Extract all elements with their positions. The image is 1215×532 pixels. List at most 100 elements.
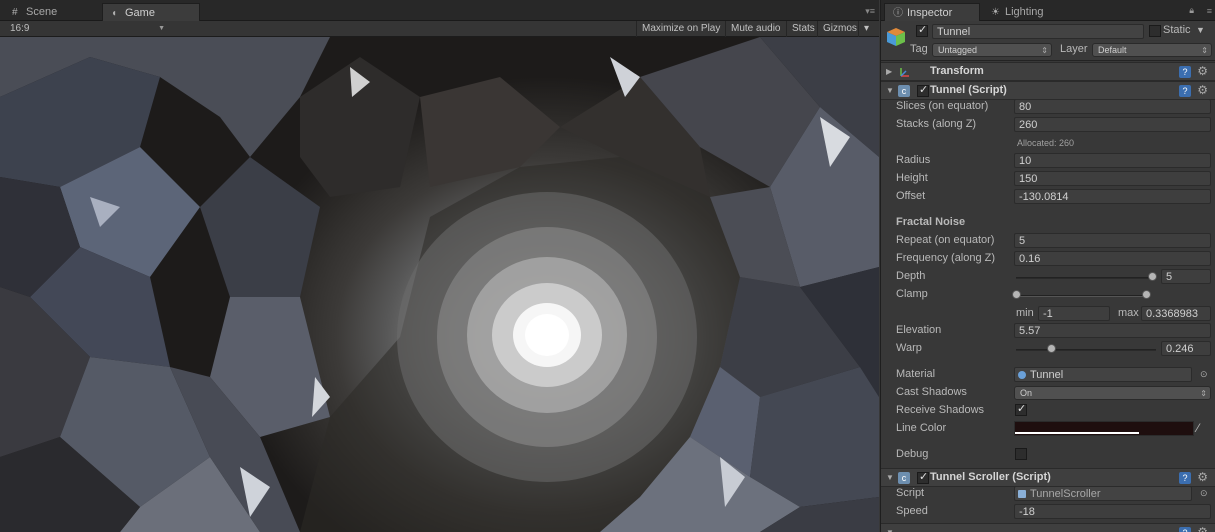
height-label: Height [896, 172, 928, 184]
object-picker-icon[interactable]: ⊙ [1200, 369, 1208, 380]
stats-button[interactable]: Stats [786, 21, 820, 37]
debug-checkbox[interactable] [1015, 448, 1027, 460]
panel-menu-icon[interactable]: ▾≡ [865, 6, 875, 17]
receive-shadows-label: Receive Shadows [896, 404, 985, 416]
warp-slider[interactable] [1016, 349, 1156, 351]
repeat-label: Repeat (on equator) [896, 234, 995, 246]
tunnel-script-component-header[interactable]: ▼ c Tunnel (Script) ? ⚙ [881, 81, 1215, 100]
offset-field[interactable]: -130.0814 [1014, 189, 1211, 204]
material-sphere-icon [1018, 371, 1026, 379]
clamp-range-slider[interactable] [1016, 295, 1148, 297]
tab-inspector-label: Inspector [907, 7, 953, 19]
lock-icon[interactable]: 🔒︎ [1189, 5, 1194, 16]
tag-dropdown[interactable]: Untagged [932, 43, 1052, 57]
collapsed-arrow-icon[interactable]: ▶ [886, 67, 892, 76]
eyedropper-icon[interactable]: ⁄ [1197, 421, 1199, 435]
csharp-script-icon: c [898, 85, 910, 97]
left-tab-bar: # Scene ◖ Game ▾≡ [0, 0, 879, 21]
transform-title: Transform [930, 65, 984, 77]
script-label: Script [896, 487, 925, 499]
clamp-min-handle[interactable] [1012, 290, 1021, 299]
radius-label: Radius [896, 154, 931, 166]
clamp-min-field[interactable]: -1 [1038, 306, 1110, 321]
expanded-arrow-icon[interactable]: ▼ [886, 528, 894, 532]
static-dropdown-icon[interactable]: ▼ [1196, 25, 1205, 35]
script-field[interactable]: TunnelScroller [1014, 486, 1192, 501]
tab-inspector[interactable]: ⓘ Inspector [884, 3, 980, 21]
debug-label: Debug [896, 448, 929, 460]
gear-icon[interactable]: ⚙ [1197, 64, 1208, 78]
clamp-max-field[interactable]: 0.3368983 [1141, 306, 1211, 321]
depth-slider[interactable] [1016, 277, 1156, 279]
tab-scene-label: Scene [26, 6, 58, 18]
active-checkbox[interactable] [916, 23, 928, 37]
game-viewport[interactable] [0, 37, 879, 532]
mute-audio-button[interactable]: Mute audio [725, 21, 785, 37]
script-value: TunnelScroller [1030, 488, 1101, 500]
material-field[interactable]: Tunnel [1014, 367, 1192, 382]
chevron-down-icon: ▼ [158, 25, 165, 32]
transform-component-header[interactable]: ▶ Transform ? ⚙ [881, 62, 1215, 81]
gizmos-dropdown-arrow[interactable]: ▾ [858, 21, 879, 37]
transform-axes-icon [900, 68, 909, 77]
expanded-arrow-icon[interactable]: ▼ [886, 86, 894, 95]
gear-icon[interactable]: ⚙ [1197, 470, 1208, 484]
depth-field[interactable]: 5 [1161, 269, 1211, 284]
tunnel-render [0, 37, 879, 532]
tunnel-enabled-checkbox[interactable] [917, 83, 929, 97]
scene-grid-icon: # [12, 7, 18, 18]
tunnel-scroller-enabled-checkbox[interactable] [917, 470, 929, 484]
stacks-field[interactable]: 260 [1014, 117, 1211, 132]
slices-field[interactable]: 80 [1014, 99, 1211, 114]
static-checkbox[interactable] [1149, 25, 1161, 37]
tab-scene[interactable]: # Scene [4, 3, 65, 21]
tunnel-script-title: Tunnel (Script) [930, 84, 1007, 96]
tab-game-label: Game [125, 7, 155, 19]
tag-label: Tag [910, 43, 928, 55]
help-book-icon[interactable]: ? [1179, 527, 1191, 532]
help-book-icon[interactable]: ? [1179, 66, 1191, 78]
tab-game[interactable]: ◖ Game [102, 3, 200, 21]
object-name-field[interactable]: Tunnel [932, 24, 1144, 39]
radius-field[interactable]: 10 [1014, 153, 1211, 168]
height-field[interactable]: 150 [1014, 171, 1211, 186]
tunnel-scroller-title: Tunnel Scroller (Script) [930, 471, 1051, 483]
layer-dropdown[interactable]: Default [1092, 43, 1212, 57]
clamp-min-label: min [1016, 307, 1034, 319]
depth-label: Depth [896, 270, 926, 282]
tunnel-scroller-component-header[interactable]: ▼ c Tunnel Scroller (Script) ? ⚙ [881, 468, 1215, 487]
aspect-dropdown[interactable]: 16:9 ▼ [4, 22, 168, 36]
depth-slider-handle[interactable] [1147, 272, 1157, 281]
gear-icon[interactable]: ⚙ [1197, 83, 1208, 97]
warp-field[interactable]: 0.246 [1161, 341, 1211, 356]
expanded-arrow-icon[interactable]: ▼ [886, 473, 894, 482]
gameobject-cube-icon [887, 28, 905, 46]
speed-field[interactable]: -18 [1014, 504, 1211, 519]
help-book-icon[interactable]: ? [1179, 85, 1191, 97]
receive-shadows-checkbox[interactable] [1015, 402, 1027, 416]
static-label: Static [1163, 24, 1191, 36]
next-component-header[interactable]: ▼ ? ⚙ [881, 523, 1215, 532]
object-picker-icon[interactable]: ⊙ [1200, 488, 1208, 499]
tab-lighting[interactable]: ☀ Lighting [983, 3, 1052, 21]
frequency-field[interactable]: 0.16 [1014, 251, 1211, 266]
cast-shadows-dropdown[interactable]: On [1014, 386, 1211, 400]
game-panel: # Scene ◖ Game ▾≡ 16:9 ▼ Maximize on Play … [0, 0, 879, 532]
material-value: Tunnel [1030, 369, 1064, 381]
repeat-field[interactable]: 5 [1014, 233, 1211, 248]
clamp-max-handle[interactable] [1142, 290, 1151, 299]
tab-lighting-label: Lighting [1005, 6, 1044, 18]
line-color-swatch[interactable] [1014, 421, 1194, 436]
game-toolbar: 16:9 ▼ Maximize on Play Mute audio Stats… [0, 21, 879, 37]
warp-slider-handle[interactable] [1047, 344, 1056, 353]
maximize-on-play-button[interactable]: Maximize on Play [636, 21, 725, 37]
gizmos-button[interactable]: Gizmos [817, 21, 862, 37]
gear-icon[interactable]: ⚙ [1197, 525, 1208, 532]
help-book-icon[interactable]: ? [1179, 472, 1191, 484]
speed-label: Speed [896, 505, 928, 517]
inspector-menu-icon[interactable]: ≡ [1207, 6, 1212, 16]
elevation-field[interactable]: 5.57 [1014, 323, 1211, 338]
elevation-label: Elevation [896, 324, 942, 336]
line-color-alpha-bar [1015, 432, 1139, 434]
frequency-label: Frequency (along Z) [896, 252, 996, 264]
